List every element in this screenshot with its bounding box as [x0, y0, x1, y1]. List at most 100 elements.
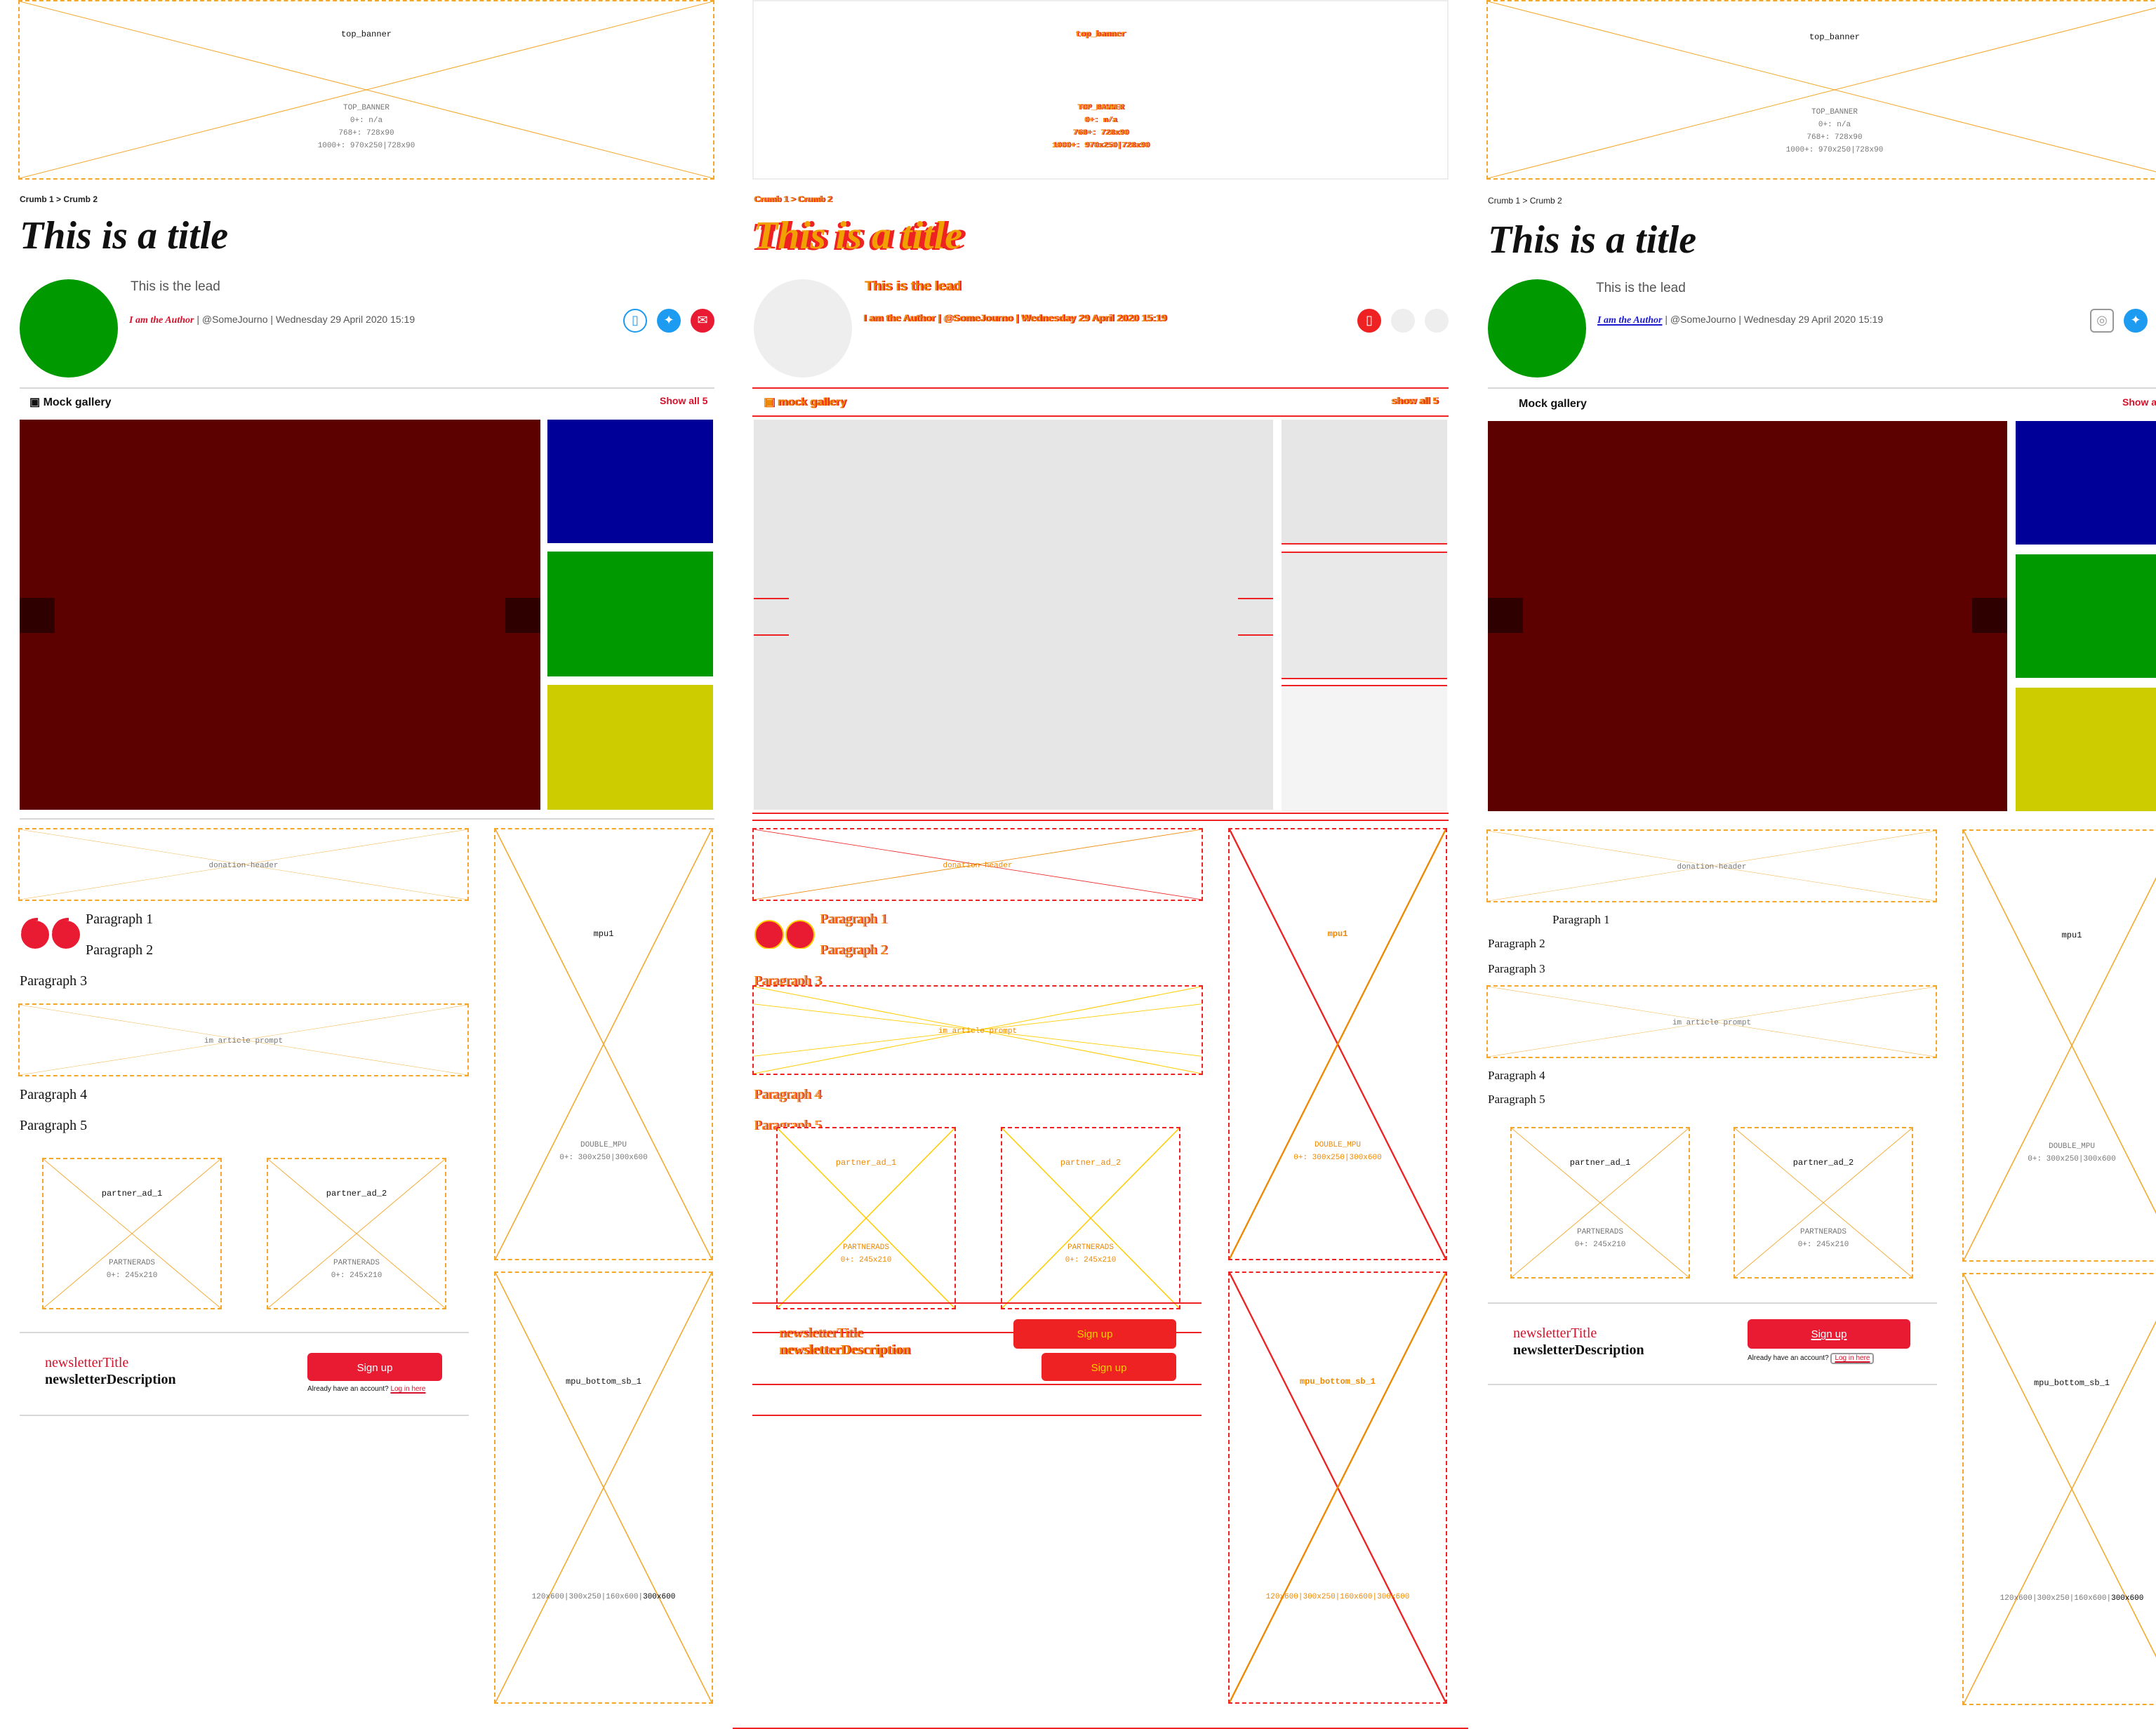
newsletter-title-diff: newsletterTitle	[779, 1326, 863, 1342]
gallery-thumb-3[interactable]	[547, 685, 713, 810]
gallery-show-all[interactable]: Show all 5	[660, 397, 707, 407]
diff-line	[752, 1302, 1202, 1304]
newsletter-description: newsletterDescription	[45, 1373, 176, 1388]
gallery-header: ▣ Mock gallery	[29, 396, 112, 408]
gallery-thumb-3[interactable]	[2016, 688, 2156, 811]
gallery-main-diff	[754, 420, 1273, 810]
partner-ad-1-placeholder: partner_ad_1 PARTNERADS 0+: 245x210	[42, 1158, 222, 1309]
avatar	[1488, 279, 1586, 378]
divider	[20, 1332, 469, 1333]
gallery-thumb-1[interactable]	[547, 420, 713, 543]
gallery-icon: ▣	[764, 396, 778, 408]
breadcrumb-diff: Crumb 1 > Crumb 2	[754, 196, 832, 205]
quote-icon	[754, 918, 816, 949]
breadcrumb[interactable]: Crumb 1 > Crumb 2	[1488, 198, 1562, 206]
gallery-thumb-2[interactable]	[2016, 554, 2156, 678]
divider	[1488, 387, 2156, 389]
byline: I am the Author | @SomeJourno | Wednesda…	[1597, 314, 1884, 326]
mpu-bottom-diff: mpu_bottom_sb_1 120x600|300x250|160x600|…	[1228, 1271, 1447, 1704]
partner-ad-2-placeholder: partner_ad_2 PARTNERADS 0+: 245x210	[1734, 1127, 1913, 1279]
diff-line	[752, 1384, 1202, 1385]
partner-ad-2-placeholder: partner_ad_2 PARTNERADS 0+: 245x210	[267, 1158, 446, 1309]
article-prompt-diff: im article prompt	[752, 985, 1203, 1075]
newsletter-description: newsletterDescription	[1513, 1343, 1644, 1358]
signup-button[interactable]: Sign up	[1748, 1319, 1910, 1349]
lead-diff: This is the lead	[865, 279, 961, 295]
paragraph-4: Paragraph 4	[20, 1088, 88, 1103]
signup-button-diff: Sign up	[1042, 1353, 1176, 1381]
divider	[20, 1415, 469, 1416]
article-prompt-placeholder: im article prompt	[18, 1003, 469, 1076]
donation-header-placeholder: donation-header	[18, 828, 469, 901]
donation-header-placeholder: donation-header	[1486, 829, 1937, 902]
gallery-thumb-diff	[1282, 420, 1447, 545]
newsletter-description-diff: newsletterDescription	[779, 1343, 910, 1358]
paragraph-1-diff: Paragraph 1	[820, 912, 888, 928]
gallery-thumb-diff	[1282, 552, 1447, 679]
panel-diff: top_banner TOP_BANNER 0+: n/a 768+: 728x90…	[733, 0, 1468, 1729]
placeholder-name: top_banner	[340, 29, 392, 39]
paragraph-3: Paragraph 3	[20, 974, 88, 989]
gallery-main-image[interactable]	[20, 420, 540, 810]
paragraph-1: Paragraph 1	[86, 912, 154, 928]
author-link[interactable]: I am the Author	[129, 314, 194, 326]
login-prompt: Already have an account? Log in here	[307, 1385, 426, 1394]
mpu1-placeholder: mpu1 DOUBLE_MPU 0+: 300x250|300x600	[1962, 829, 2156, 1262]
bookmark-icon[interactable]: ◎	[2090, 309, 2114, 333]
mpu1-placeholder: mpu1 DOUBLE_MPU 0+: 300x250|300x600	[494, 828, 713, 1260]
diff-line	[752, 387, 1449, 389]
chevron-left-icon[interactable]	[20, 598, 55, 633]
twitter-icon	[1391, 309, 1415, 333]
bookmark-icon[interactable]: ▯	[623, 309, 647, 333]
gallery-thumb-2[interactable]	[547, 552, 713, 676]
byline: I am the Author | @SomeJourno | Wednesda…	[129, 314, 415, 326]
gallery-thumb-1[interactable]	[2016, 421, 2156, 545]
paragraph-3: Paragraph 3	[1488, 961, 1545, 975]
login-link[interactable]: Log in here	[390, 1385, 425, 1394]
paragraph-5: Paragraph 5	[20, 1119, 88, 1134]
author-link[interactable]: I am the Author	[1597, 314, 1662, 326]
title-diff: This is a title	[754, 215, 963, 258]
partner-ad-2-diff: partner_ad_2 PARTNERADS 0+: 245x210	[1001, 1127, 1180, 1309]
paragraph-1: Paragraph 1	[1552, 912, 1610, 926]
paragraph-2: Paragraph 2	[86, 943, 154, 959]
login-prompt: Already have an account? Log in here	[1748, 1353, 1875, 1364]
diff-line	[752, 820, 1449, 821]
diff-line	[752, 813, 1449, 814]
paragraph-5: Paragraph 5	[1488, 1092, 1545, 1106]
divider	[1488, 1302, 1937, 1304]
partner-ad-1-placeholder: partner_ad_1 PARTNERADS 0+: 245x210	[1510, 1127, 1690, 1279]
newsletter-title: newsletterTitle	[45, 1356, 129, 1371]
twitter-icon[interactable]: ✦	[657, 309, 681, 333]
placeholder-info: TOP_BANNER 0+: n/a 768+: 728x90 1000+: 970x…	[317, 102, 415, 150]
gallery-icon: ▣	[29, 396, 44, 408]
twitter-icon[interactable]: ✦	[2124, 309, 2148, 333]
partner-ad-1-diff: partner_ad_1 PARTNERADS 0+: 245x210	[776, 1127, 956, 1309]
gallery-main-image[interactable]	[1488, 421, 2007, 811]
mpu-bottom-placeholder: mpu_bottom_sb_1 120x600|300x250|160x600|…	[1962, 1273, 2156, 1705]
article-prompt-placeholder: im article prompt	[1486, 985, 1937, 1058]
diff-line	[752, 415, 1449, 417]
page-title: This is a title	[1488, 219, 1697, 262]
lead-text: This is the lead	[131, 279, 220, 295]
newsletter-title: newsletterTitle	[1513, 1326, 1597, 1342]
login-link[interactable]: Log in here	[1830, 1353, 1875, 1364]
panel-test: top_banner TOP_BANNER 0+: n/a 768+: 728x90…	[1486, 0, 2156, 1705]
page-title: This is a title	[20, 215, 229, 258]
byline-diff: I am the Author | @SomeJourno | Wednesda…	[863, 314, 1166, 324]
divider	[20, 818, 714, 820]
chevron-left-icon[interactable]	[1488, 598, 1523, 633]
mpu-bottom-placeholder: mpu_bottom_sb_1 120x600|300x250|160x600|…	[494, 1271, 713, 1704]
panel-reference: top_banner TOP_BANNER 0+: n/a 768+: 728x90…	[18, 0, 720, 1705]
signup-button[interactable]: Sign up	[307, 1353, 442, 1381]
chevron-right-icon[interactable]	[1972, 598, 2007, 633]
paragraph-4: Paragraph 4	[1488, 1068, 1545, 1082]
breadcrumb[interactable]: Crumb 1 > Crumb 2	[20, 196, 98, 205]
email-icon[interactable]: ✉	[691, 309, 714, 333]
paragraph-4-diff: Paragraph 4	[754, 1088, 822, 1103]
quote-icon	[20, 918, 81, 949]
gallery-show-all-diff: show all 5	[1391, 397, 1438, 407]
gallery-show-all[interactable]: Show all 5	[2122, 399, 2156, 408]
donation-header-diff: donation-header	[752, 828, 1203, 901]
chevron-right-icon[interactable]	[505, 598, 540, 633]
